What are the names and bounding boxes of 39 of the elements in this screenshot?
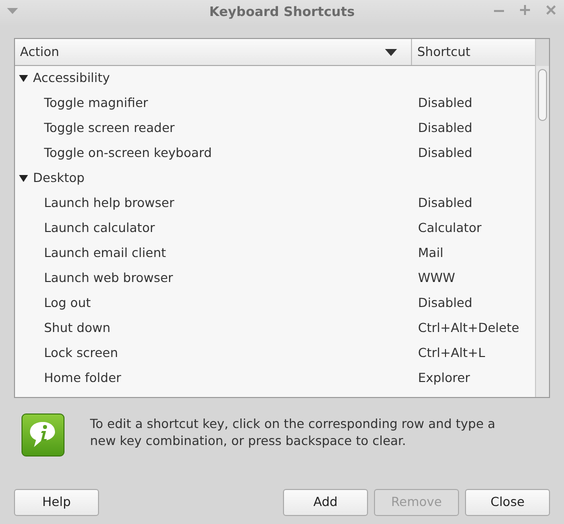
dialog-button[interactable]: Close <box>465 489 550 516</box>
shortcut-cell[interactable]: WWW <box>418 269 456 288</box>
shortcut-cell[interactable]: Calculator <box>418 219 482 238</box>
action-cell[interactable]: Log out <box>44 294 91 313</box>
action-cell[interactable]: Launch help browser <box>44 194 174 213</box>
action-cell[interactable]: Toggle on-screen keyboard <box>44 144 212 163</box>
close-icon[interactable] <box>546 4 556 16</box>
shortcut-cell[interactable]: Disabled <box>418 294 472 313</box>
expander-icon[interactable] <box>19 74 28 83</box>
shortcut-cell[interactable]: Mail <box>418 244 444 263</box>
action-cell[interactable]: Lock screen <box>44 344 118 363</box>
scrollbar[interactable] <box>535 39 549 397</box>
menu-caret-icon[interactable] <box>7 8 18 15</box>
shortcut-cell[interactable]: Ctrl+Alt+Delete <box>418 319 520 338</box>
column-header[interactable]: Action <box>15 39 412 65</box>
action-cell[interactable]: Launch calculator <box>44 219 155 238</box>
sort-caret-icon <box>385 48 398 56</box>
shortcut-cell[interactable]: Disabled <box>418 144 472 163</box>
column-header[interactable]: Shortcut <box>412 39 535 65</box>
shortcut-cell[interactable]: Explorer <box>418 369 470 388</box>
info-icon <box>21 413 65 457</box>
action-cell[interactable]: Toggle screen reader <box>44 119 175 138</box>
info-text: To edit a shortcut key, click on the corresponding row and type a new key combination, or press backspace to clear. <box>90 415 496 449</box>
dialog-button[interactable]: Add <box>283 489 368 516</box>
shortcut-cell[interactable]: Disabled <box>418 119 472 138</box>
action-cell[interactable]: Shut down <box>44 319 110 338</box>
action-cell[interactable]: Launch web browser <box>44 269 174 288</box>
expander-icon[interactable] <box>19 174 28 183</box>
shortcut-cell[interactable]: Disabled <box>418 94 472 113</box>
shortcut-cell[interactable]: Ctrl+Alt+L <box>418 344 486 363</box>
group-label[interactable]: Desktop <box>33 169 85 188</box>
shortcut-cell[interactable]: Disabled <box>418 194 472 213</box>
dialog-button[interactable]: Help <box>14 489 99 516</box>
window-title: Keyboard Shortcuts <box>209 4 355 22</box>
action-cell[interactable]: Home folder <box>44 369 122 388</box>
action-cell[interactable]: Toggle magnifier <box>44 94 148 113</box>
action-cell[interactable]: Launch email client <box>44 244 166 263</box>
maximize-icon[interactable] <box>520 4 530 16</box>
group-label[interactable]: Accessibility <box>33 69 110 88</box>
